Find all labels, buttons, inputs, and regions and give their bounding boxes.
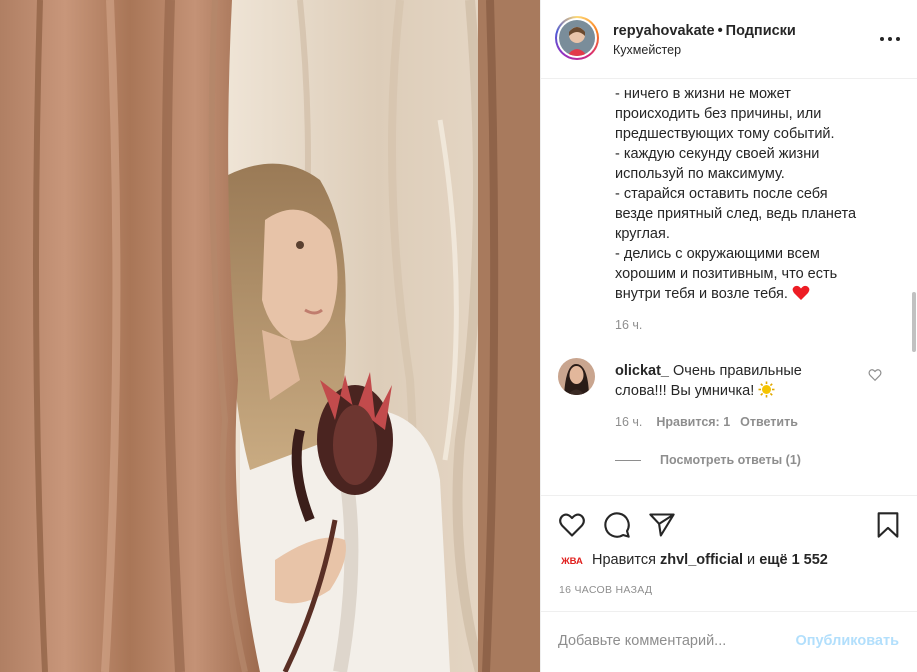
comment-timestamp[interactable]: 16 ч. bbox=[615, 415, 642, 429]
share-button[interactable] bbox=[648, 511, 676, 539]
liker-logo-image: ЖВА bbox=[561, 554, 583, 566]
caption-line-last: внутри тебя и возле тебя. bbox=[615, 284, 895, 307]
comment-meta: 16 ч. Нравится: 1 Ответить bbox=[615, 415, 798, 429]
sun-emoji-icon bbox=[758, 381, 775, 404]
caption-line: хорошим и позитивным, что есть bbox=[615, 266, 838, 282]
header-separator: • bbox=[717, 23, 723, 39]
author-avatar-image bbox=[559, 20, 595, 56]
add-comment-section: Опубликовать bbox=[541, 611, 917, 672]
liker-logo-text: ЖВА bbox=[561, 556, 583, 566]
caption-line: - делись с окружающими всем bbox=[615, 246, 820, 262]
commenter-avatar-image bbox=[558, 358, 595, 395]
comment-likes-count[interactable]: Нравится: 1 bbox=[656, 415, 730, 429]
view-replies-button[interactable]: Посмотреть ответы (1) bbox=[615, 453, 801, 467]
speech-bubble-icon bbox=[604, 512, 630, 538]
post-time-ago[interactable]: 16 ЧАСОВ НАЗАД bbox=[559, 584, 652, 596]
follow-status-button[interactable]: Подписки bbox=[726, 23, 796, 39]
caption-line: используй по максимуму. bbox=[615, 166, 785, 182]
bookmark-icon bbox=[877, 512, 899, 538]
likes-prefix: Нравится bbox=[592, 552, 656, 568]
publish-button[interactable]: Опубликовать bbox=[795, 633, 899, 649]
header-username-line: repyahovakate • Подписки bbox=[613, 23, 796, 39]
post-image-illustration bbox=[0, 0, 540, 672]
like-button[interactable] bbox=[558, 511, 586, 539]
commenter-username[interactable]: olickat_ bbox=[615, 363, 669, 379]
author-avatar[interactable] bbox=[555, 16, 599, 60]
three-dots-icon-dot bbox=[888, 37, 892, 41]
caption-line: - ничего в жизни не может bbox=[615, 86, 791, 102]
paper-plane-icon bbox=[649, 513, 675, 537]
comments-area[interactable]: - ничего в жизни не может происходить бе… bbox=[541, 80, 917, 495]
heart-outline-icon bbox=[559, 513, 585, 537]
caption-line: круглая. bbox=[615, 226, 670, 242]
location-link[interactable]: Кухмейстер bbox=[613, 43, 681, 57]
heart-outline-icon bbox=[868, 369, 882, 382]
comment-input[interactable] bbox=[558, 630, 778, 652]
comment-body: olickat_ Очень правильные слова!!! Вы ум… bbox=[615, 361, 855, 404]
comment-button[interactable] bbox=[603, 511, 631, 539]
post-header: repyahovakate • Подписки Кухмейстер bbox=[541, 0, 917, 79]
three-dots-icon-dot bbox=[896, 37, 900, 41]
likes-summary: ЖВА Нравится zhvl_official и ещё 1 552 bbox=[561, 552, 828, 568]
author-username-link[interactable]: repyahovakate bbox=[613, 23, 715, 39]
caption-line: - каждую секунду своей жизни bbox=[615, 146, 820, 162]
more-options-button[interactable] bbox=[880, 30, 900, 48]
caption-timestamp[interactable]: 16 ч. bbox=[615, 318, 642, 332]
caption-line: предшествующих тому событий. bbox=[615, 126, 835, 142]
three-dots-icon bbox=[880, 37, 884, 41]
likes-others-count[interactable]: ещё 1 552 bbox=[759, 552, 828, 568]
scrollbar-thumb[interactable] bbox=[912, 292, 916, 352]
caption-line: - старайся оставить после себя bbox=[615, 186, 828, 202]
red-heart-emoji-icon bbox=[792, 285, 810, 307]
reply-button[interactable]: Ответить bbox=[740, 415, 798, 429]
post-actions: ЖВА Нравится zhvl_official и ещё 1 552 1… bbox=[541, 495, 917, 611]
save-button[interactable] bbox=[874, 511, 902, 539]
caption-line: происходить без причины, или bbox=[615, 106, 822, 122]
likes-conjunction: и bbox=[747, 552, 756, 568]
post-photo[interactable] bbox=[0, 0, 540, 672]
replies-divider-line bbox=[615, 459, 641, 461]
caption-line: внутри тебя и возле тебя. bbox=[615, 286, 788, 302]
commenter-avatar[interactable] bbox=[558, 358, 595, 395]
caption-line: везде приятный след, ведь планета bbox=[615, 206, 857, 222]
comments-scrollbar[interactable] bbox=[912, 80, 916, 495]
comment-like-button[interactable] bbox=[868, 368, 882, 382]
view-replies-label: Посмотреть ответы (1) bbox=[660, 453, 801, 467]
post-details-panel: repyahovakate • Подписки Кухмейстер - ниче… bbox=[540, 0, 917, 672]
liker-avatar[interactable]: ЖВА bbox=[561, 552, 583, 568]
post-caption: - ничего в жизни не может происходить бе… bbox=[615, 84, 895, 307]
liker-username[interactable]: zhvl_official bbox=[660, 552, 743, 568]
